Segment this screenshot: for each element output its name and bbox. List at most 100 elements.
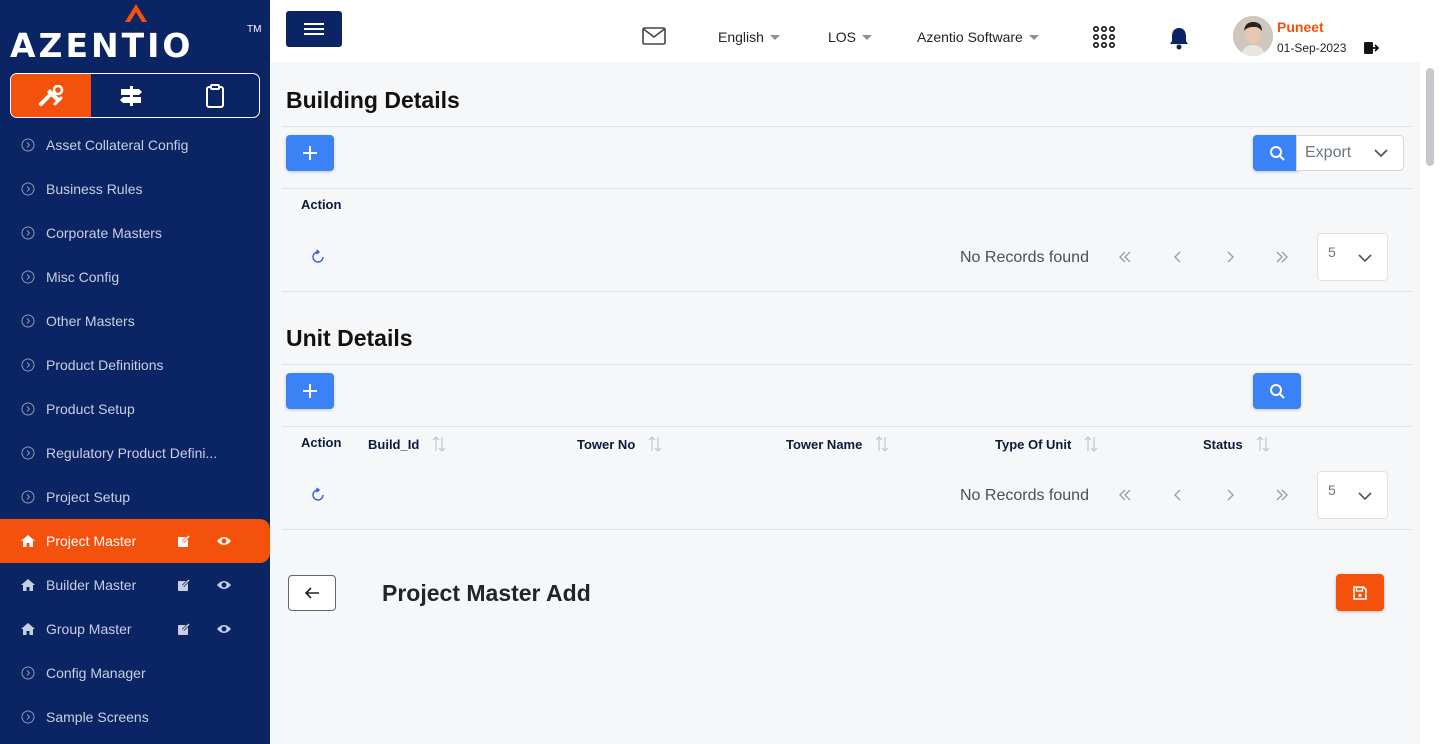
sort-icon[interactable] [647, 435, 663, 453]
apps-grid-icon[interactable] [1093, 26, 1115, 48]
chevron-right-icon [1227, 489, 1234, 501]
sidebar-item-config-manager[interactable]: Config Manager [0, 651, 270, 695]
sidebar-item-regulatory-product-definitions[interactable]: Regulatory Product Defini... [0, 431, 270, 475]
page-size-select[interactable]: 5 [1317, 233, 1388, 281]
circle-chevron-icon [20, 225, 36, 241]
sidebar-item-asset-collateral-config[interactable]: Asset Collateral Config [0, 123, 270, 167]
circle-chevron-icon [20, 269, 36, 285]
sort-icon[interactable] [1255, 435, 1271, 453]
clipboard-icon [206, 83, 224, 108]
eye-icon[interactable] [216, 577, 232, 593]
chevron-down-icon [1358, 254, 1372, 263]
eye-icon[interactable] [216, 621, 232, 637]
sidebar-item-product-definitions[interactable]: Product Definitions [0, 343, 270, 387]
divider [282, 291, 1412, 292]
divider [282, 188, 1412, 189]
page-scrollbar[interactable] [1420, 62, 1440, 744]
page-size-select[interactable]: 5 [1317, 471, 1388, 519]
double-chevron-left-icon [1119, 489, 1131, 501]
search-unit-button[interactable] [1253, 373, 1301, 409]
last-page-button[interactable] [1272, 247, 1292, 267]
chevron-down-icon [1358, 492, 1372, 501]
column-label: Build_Id [368, 436, 420, 452]
sidebar-menu: Asset Collateral Config Business Rules C… [0, 123, 270, 739]
language-value: English [718, 29, 764, 45]
bell-icon[interactable] [1168, 26, 1190, 50]
sidebar-item-label: Business Rules [46, 181, 143, 197]
column-label: Action [301, 197, 342, 212]
export-dropdown[interactable]: Export [1296, 135, 1404, 171]
search-building-button[interactable] [1253, 135, 1301, 171]
home-icon [20, 577, 36, 593]
divider [282, 364, 1412, 365]
sidebar-item-sample-screens[interactable]: Sample Screens [0, 695, 270, 739]
circle-chevron-icon [20, 709, 36, 725]
plus-icon [303, 384, 317, 398]
last-page-button[interactable] [1272, 485, 1292, 505]
add-unit-button[interactable] [286, 373, 334, 409]
tab-signpost[interactable] [91, 74, 171, 117]
edit-icon[interactable] [176, 577, 192, 593]
module-dropdown[interactable]: LOS [828, 29, 873, 45]
add-building-button[interactable] [286, 135, 334, 171]
sidebar-item-label: Asset Collateral Config [46, 137, 189, 153]
hamburger-icon [304, 23, 324, 35]
caret-down-icon [769, 34, 780, 40]
refresh-icon[interactable] [310, 249, 326, 265]
logo-text: AZENTIO [10, 26, 194, 65]
double-chevron-left-icon [1119, 251, 1131, 263]
eye-icon[interactable] [216, 533, 232, 549]
circle-chevron-icon [20, 489, 36, 505]
sidebar-item-misc-config[interactable]: Misc Config [0, 255, 270, 299]
prev-page-button[interactable] [1168, 247, 1188, 267]
item-actions [176, 533, 232, 549]
column-header-type-of-unit: Type Of Unit [995, 435, 1099, 453]
hamburger-button[interactable] [286, 11, 342, 47]
save-button[interactable] [1336, 574, 1384, 611]
back-button[interactable] [288, 575, 336, 611]
column-header-action: Action [301, 435, 341, 450]
edit-icon[interactable] [176, 621, 192, 637]
logo-trademark: TM [247, 24, 262, 35]
tab-clipboard[interactable] [171, 74, 259, 117]
chevron-left-icon [1174, 251, 1181, 263]
top-header: English LOS Azentio Software Puneet 01-S… [270, 0, 1440, 62]
azentio-logo: AZENTIO TM [10, 4, 262, 65]
first-page-button[interactable] [1115, 247, 1135, 267]
logout-icon[interactable] [1363, 41, 1379, 55]
user-photo [1233, 16, 1273, 56]
prev-page-button[interactable] [1168, 485, 1188, 505]
circle-chevron-icon [20, 665, 36, 681]
sort-icon[interactable] [874, 435, 890, 453]
sidebar-item-group-master[interactable]: Group Master [0, 607, 270, 651]
mail-icon[interactable] [642, 27, 666, 45]
sidebar-item-project-setup[interactable]: Project Setup [0, 475, 270, 519]
circle-chevron-icon [20, 445, 36, 461]
edit-icon[interactable] [176, 533, 192, 549]
sidebar-item-business-rules[interactable]: Business Rules [0, 167, 270, 211]
sidebar-item-other-masters[interactable]: Other Masters [0, 299, 270, 343]
sidebar-item-product-setup[interactable]: Product Setup [0, 387, 270, 431]
avatar[interactable] [1233, 16, 1273, 56]
scrollbar-thumb[interactable] [1426, 68, 1434, 166]
company-dropdown[interactable]: Azentio Software [917, 29, 1039, 45]
sort-icon[interactable] [1083, 435, 1099, 453]
column-label: Status [1203, 436, 1243, 452]
circle-chevron-icon [20, 357, 36, 373]
first-page-button[interactable] [1115, 485, 1135, 505]
sort-icon[interactable] [431, 435, 447, 453]
circle-chevron-icon [20, 401, 36, 417]
language-dropdown[interactable]: English [718, 29, 780, 45]
sidebar-item-corporate-masters[interactable]: Corporate Masters [0, 211, 270, 255]
refresh-icon[interactable] [310, 487, 326, 503]
caret-down-icon [862, 34, 873, 40]
sidebar-item-builder-master[interactable]: Builder Master [0, 563, 270, 607]
sidebar-item-label: Project Master [46, 533, 137, 549]
item-actions [176, 577, 232, 593]
chevron-left-icon [1174, 489, 1181, 501]
next-page-button[interactable] [1220, 485, 1240, 505]
sidebar-item-project-master[interactable]: Project Master [0, 519, 270, 563]
next-page-button[interactable] [1220, 247, 1240, 267]
tab-tools[interactable] [11, 74, 91, 117]
circle-chevron-icon [20, 181, 36, 197]
